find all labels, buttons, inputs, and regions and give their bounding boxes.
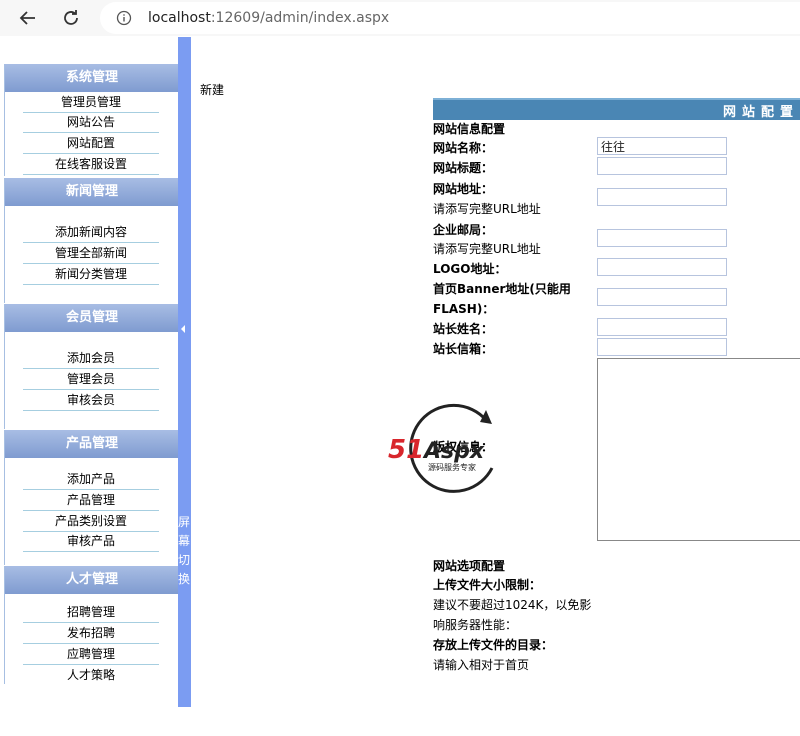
watermark-logo: 51 Aspx 源码服务专家 xyxy=(388,403,494,493)
email-hint: 请添写完整URL地址 xyxy=(433,242,541,256)
section-title-members[interactable]: 会员管理 xyxy=(5,304,179,332)
screen-toggle-label[interactable]: 屏幕切换 xyxy=(178,513,191,589)
owner-name-label: 站长姓名： xyxy=(433,322,494,336)
back-arrow-icon xyxy=(19,11,35,25)
email-label: 企业邮局： xyxy=(433,223,494,237)
upload-dir-hint: 请输入相对于首页 xyxy=(433,658,530,672)
menu-item-news-category[interactable]: 新闻分类管理 xyxy=(23,265,159,285)
back-button[interactable] xyxy=(15,5,41,31)
menu-item-review-members[interactable]: 审核会员 xyxy=(23,391,159,411)
svg-text:51: 51 xyxy=(388,435,424,465)
reload-icon xyxy=(64,10,78,25)
menu-item-talent-strategy[interactable]: 人才策略 xyxy=(23,666,159,684)
url-host: localhost xyxy=(148,10,211,26)
site-url-hint: 请添写完整URL地址 xyxy=(433,202,541,216)
upload-limit-label: 上传文件大小限制： xyxy=(433,578,542,592)
copyright-textarea[interactable] xyxy=(597,358,800,541)
upload-dir-label: 存放上传文件的目录： xyxy=(433,638,554,652)
banner-label-line1: 首页Banner地址(只能用 xyxy=(433,282,571,296)
menu-item-applications[interactable]: 应聘管理 xyxy=(23,645,159,665)
menu-item-add-member[interactable]: 添加会员 xyxy=(23,349,159,369)
menu-item-manage-products[interactable]: 产品管理 xyxy=(23,491,159,511)
owner-email-input[interactable] xyxy=(597,338,727,356)
site-title-label: 网站标题： xyxy=(433,161,494,175)
info-icon[interactable] xyxy=(116,10,132,26)
banner-input[interactable] xyxy=(597,288,727,306)
menu-section-news: 新闻管理 添加新闻内容 管理全部新闻 新闻分类管理 xyxy=(4,178,180,303)
menu-item-site-notice[interactable]: 网站公告 xyxy=(23,113,159,133)
reload-button[interactable] xyxy=(58,5,84,31)
owner-name-input[interactable] xyxy=(597,318,727,336)
owner-email-label: 站长信箱： xyxy=(433,342,494,356)
menu-item-site-config[interactable]: 网站配置 xyxy=(23,134,159,154)
site-title-input[interactable] xyxy=(597,157,727,175)
menu-section-members: 会员管理 添加会员 管理会员 审核会员 xyxy=(4,304,180,429)
menu-item-recruit-manage[interactable]: 招聘管理 xyxy=(23,603,159,623)
menu-item-manage-news[interactable]: 管理全部新闻 xyxy=(23,244,159,264)
new-label: 新建 xyxy=(200,83,225,97)
logo-label: LOGO地址： xyxy=(433,262,507,276)
site-info-title: 网站信息配置 xyxy=(433,122,506,136)
site-options-title: 网站选项配置 xyxy=(433,559,506,573)
menu-item-admin-manage[interactable]: 管理员管理 xyxy=(23,93,159,113)
browser-toolbar: localhost:12609/admin/index.aspx xyxy=(0,0,800,36)
upload-limit-hint-line1: 建议不要超过1024K，以免影 xyxy=(433,598,592,612)
menu-item-add-product[interactable]: 添加产品 xyxy=(23,470,159,490)
site-name-input[interactable] xyxy=(597,137,727,155)
screen-toggle-bar[interactable]: 屏幕切换 xyxy=(178,37,191,707)
menu-item-manage-members[interactable]: 管理会员 xyxy=(23,370,159,390)
config-header-title: 网站配置 xyxy=(723,105,800,120)
site-url-input[interactable] xyxy=(597,188,727,206)
svg-text:Aspx: Aspx xyxy=(422,439,485,464)
sidebar: 系统管理 管理员管理 网站公告 网站配置 在线客服设置 新闻管理 添加新闻内容 … xyxy=(4,64,180,684)
menu-item-post-job[interactable]: 发布招聘 xyxy=(23,624,159,644)
section-title-products[interactable]: 产品管理 xyxy=(5,430,179,458)
banner-label-line2: FLASH)： xyxy=(433,302,495,316)
menu-item-online-service[interactable]: 在线客服设置 xyxy=(23,155,159,175)
site-url-label: 网站地址： xyxy=(433,182,494,196)
url-text: localhost:12609/admin/index.aspx xyxy=(148,10,389,26)
upload-limit-hint-line2: 响服务器性能： xyxy=(433,618,518,632)
section-title-system[interactable]: 系统管理 xyxy=(5,64,179,92)
address-bar[interactable]: localhost:12609/admin/index.aspx xyxy=(100,2,800,34)
url-path: :12609/admin/index.aspx xyxy=(210,10,390,26)
config-header-bar: 网站配置 xyxy=(433,98,800,120)
menu-item-product-category[interactable]: 产品类别设置 xyxy=(23,512,159,532)
menu-section-system: 系统管理 管理员管理 网站公告 网站配置 在线客服设置 xyxy=(4,64,180,176)
svg-text:源码服务专家: 源码服务专家 xyxy=(428,462,476,472)
email-input[interactable] xyxy=(597,229,727,247)
collapse-arrow-icon[interactable] xyxy=(181,325,185,333)
menu-section-talent: 人才管理 招聘管理 发布招聘 应聘管理 人才策略 xyxy=(4,566,180,684)
section-title-news[interactable]: 新闻管理 xyxy=(5,178,179,206)
menu-item-review-products[interactable]: 审核产品 xyxy=(23,532,159,552)
menu-item-add-news[interactable]: 添加新闻内容 xyxy=(23,223,159,243)
site-name-label: 网站名称： xyxy=(433,141,494,155)
section-title-talent[interactable]: 人才管理 xyxy=(5,566,179,594)
logo-input[interactable] xyxy=(597,258,727,276)
menu-section-products: 产品管理 添加产品 产品管理 产品类别设置 审核产品 xyxy=(4,430,180,565)
